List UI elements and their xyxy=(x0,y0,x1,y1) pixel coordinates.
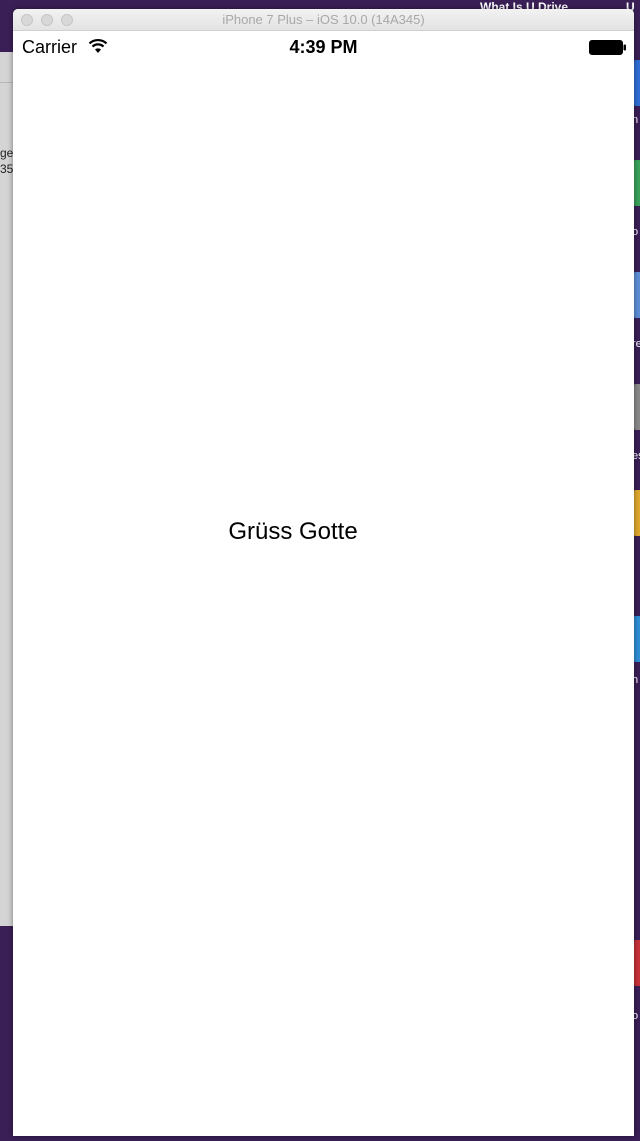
background-window[interactable]: ge 35 xyxy=(0,52,14,926)
simulator-title: iPhone 7 Plus – iOS 10.0 (14A345) xyxy=(222,12,425,27)
status-bar: Carrier 4:39 PM xyxy=(13,31,634,61)
ios-screen[interactable]: Carrier 4:39 PM Grüss Gotte xyxy=(13,31,634,1136)
status-time: 4:39 PM xyxy=(289,37,358,57)
greeting-label: Grüss Gotte xyxy=(228,518,358,545)
battery-icon xyxy=(589,40,626,55)
background-window-text: 35 xyxy=(0,162,14,176)
background-window-text: ge xyxy=(0,146,14,160)
simulator-window[interactable]: iPhone 7 Plus – iOS 10.0 (14A345) Carrie… xyxy=(13,9,634,1136)
simulator-title-bar[interactable]: iPhone 7 Plus – iOS 10.0 (14A345) xyxy=(13,9,634,31)
